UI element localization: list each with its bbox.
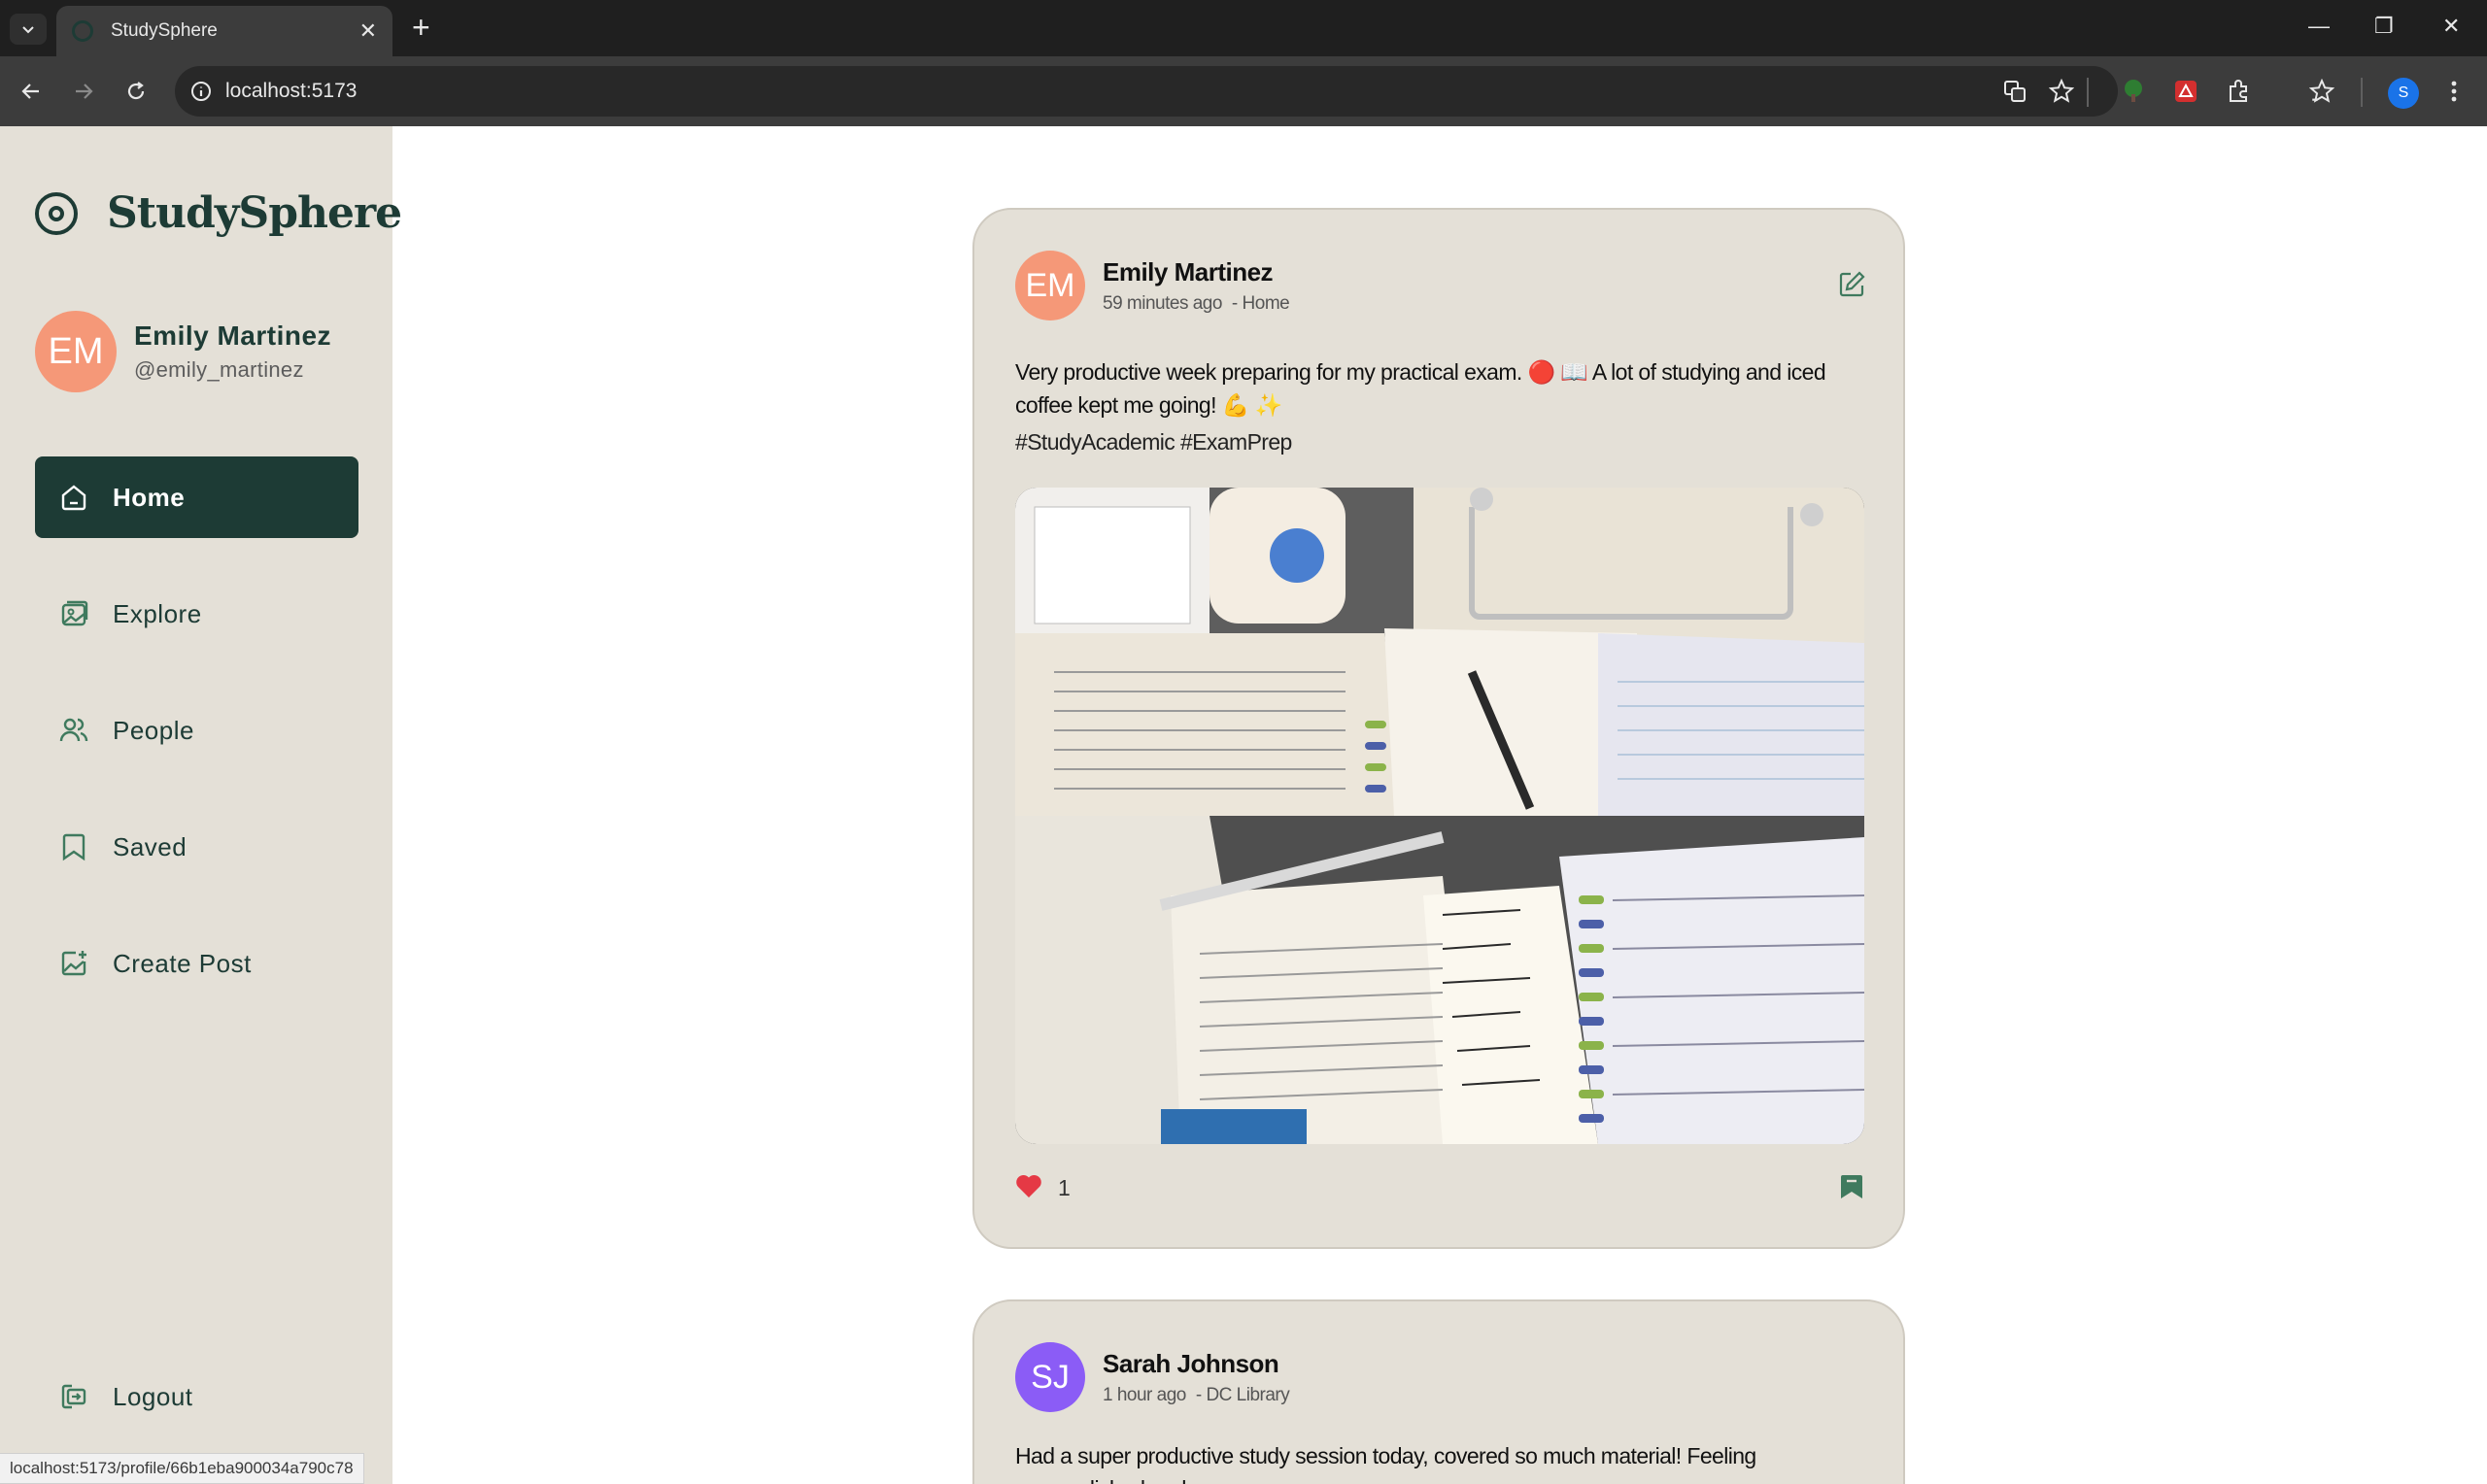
post-location: - Home xyxy=(1231,292,1290,314)
favicon-icon xyxy=(72,20,93,42)
current-user[interactable]: EM Emily Martinez @emily_martinez xyxy=(35,311,331,392)
post-card: EM Emily Martinez 59 minutes ago - Home V… xyxy=(972,208,1905,1249)
post-card: SJ Sarah Johnson 1 hour ago - DC Library … xyxy=(972,1299,1905,1484)
user-name: Emily Martinez xyxy=(134,320,332,351)
heart-icon xyxy=(1016,1174,1041,1197)
post-header: SJ Sarah Johnson 1 hour ago - DC Library xyxy=(1015,1342,1290,1412)
bookmark-star-icon[interactable] xyxy=(2046,76,2077,107)
logout-label: Logout xyxy=(113,1381,193,1411)
browser-menu-icon[interactable] xyxy=(2438,76,2470,107)
bookmark-filled-icon xyxy=(1841,1175,1862,1198)
logout-icon xyxy=(61,1384,86,1409)
browser-tab[interactable]: StudySphere ✕ xyxy=(56,6,392,56)
nav-people-label: People xyxy=(113,715,194,745)
post-meta: 59 minutes ago - Home xyxy=(1103,292,1290,315)
browser-profile-avatar[interactable]: S xyxy=(2388,78,2419,109)
close-window-icon[interactable]: ✕ xyxy=(2442,14,2460,39)
post-time: 59 minutes ago xyxy=(1103,292,1222,314)
url-text: localhost:5173 xyxy=(225,80,358,102)
back-button[interactable] xyxy=(14,74,49,109)
nav-explore[interactable]: Explore xyxy=(35,573,358,655)
translate-icon[interactable] xyxy=(1999,76,2030,107)
minimize-window-icon[interactable]: — xyxy=(2308,14,2330,39)
reload-button[interactable] xyxy=(119,74,153,109)
app-logo[interactable]: StudySphere xyxy=(35,188,402,238)
like-button[interactable] xyxy=(1015,1173,1042,1203)
post-text: Had a super productive study session tod… xyxy=(1015,1443,1756,1484)
edit-post-button[interactable] xyxy=(1837,270,1866,304)
tree-extension-icon[interactable] xyxy=(2118,76,2149,107)
post-time: 1 hour ago xyxy=(1103,1384,1186,1405)
close-tab-icon[interactable]: ✕ xyxy=(359,18,377,44)
nav-create-post-label: Create Post xyxy=(113,948,252,978)
logo-icon xyxy=(35,191,78,235)
sidebar: StudySphere EM Emily Martinez @emily_mar… xyxy=(0,126,402,1484)
post-author[interactable]: Emily Martinez xyxy=(1103,257,1289,287)
link-status-bar: localhost:5173/profile/66b1eba900034a790… xyxy=(0,1453,364,1484)
explore-image-icon xyxy=(61,600,88,626)
app-page: StudySphere EM Emily Martinez @emily_mar… xyxy=(0,126,2487,1484)
nav-home[interactable]: Home xyxy=(35,456,358,538)
post-location: - DC Library xyxy=(1195,1384,1290,1405)
nav-saved-label: Saved xyxy=(113,831,187,861)
bookmark-icon xyxy=(62,833,85,861)
avatar[interactable]: EM xyxy=(1015,251,1085,320)
extensions-puzzle-icon[interactable] xyxy=(2223,76,2254,107)
post-author[interactable]: Sarah Johnson xyxy=(1103,1349,1289,1379)
tab-search-button[interactable] xyxy=(10,14,47,45)
post-text: Very productive week preparing for my pr… xyxy=(1015,359,1826,418)
people-icon xyxy=(59,718,88,742)
post-header: EM Emily Martinez 59 minutes ago - Home xyxy=(1015,251,1290,320)
nav-create-post[interactable]: Create Post xyxy=(35,923,358,1004)
avatar: EM xyxy=(35,311,117,392)
arrow-right-icon xyxy=(76,84,93,99)
pdf-extension-icon[interactable] xyxy=(2170,76,2201,107)
forward-button[interactable] xyxy=(66,74,101,109)
browser-tab-bar: StudySphere ✕ + — ❐ ✕ xyxy=(0,0,2487,56)
logout-button[interactable]: Logout xyxy=(35,1356,358,1437)
tab-title: StudySphere xyxy=(111,20,218,41)
browser-toolbar: localhost:5173 xyxy=(0,56,2487,126)
post-image[interactable] xyxy=(1015,488,1864,1144)
reading-list-icon[interactable] xyxy=(2306,76,2337,107)
avatar[interactable]: SJ xyxy=(1015,1342,1085,1412)
toolbar-divider xyxy=(2361,78,2363,107)
new-tab-button[interactable]: + xyxy=(412,12,430,43)
add-image-icon xyxy=(61,951,86,976)
reload-icon xyxy=(127,82,145,100)
chevron-down-icon xyxy=(22,26,34,34)
save-post-button[interactable] xyxy=(1839,1173,1864,1205)
app-name: StudySphere xyxy=(107,188,402,238)
toolbar-divider xyxy=(2087,78,2089,107)
user-handle: @emily_martinez xyxy=(134,357,304,382)
post-meta: 1 hour ago - DC Library xyxy=(1103,1384,1290,1406)
home-icon xyxy=(61,485,86,511)
edit-icon xyxy=(1839,271,1865,297)
nav-home-label: Home xyxy=(113,482,186,512)
nav-people[interactable]: People xyxy=(35,690,358,771)
address-bar[interactable]: localhost:5173 xyxy=(175,66,2118,117)
arrow-left-icon xyxy=(21,84,39,99)
nav-explore-label: Explore xyxy=(113,598,202,628)
restore-window-icon[interactable]: ❐ xyxy=(2374,14,2394,39)
site-info-icon[interactable] xyxy=(190,81,212,102)
nav-saved[interactable]: Saved xyxy=(35,806,358,888)
post-actions: 1 xyxy=(1015,1173,1071,1203)
like-count: 1 xyxy=(1058,1175,1071,1200)
post-hashtags[interactable]: #StudyAcademic #ExamPrep xyxy=(1015,429,1292,455)
